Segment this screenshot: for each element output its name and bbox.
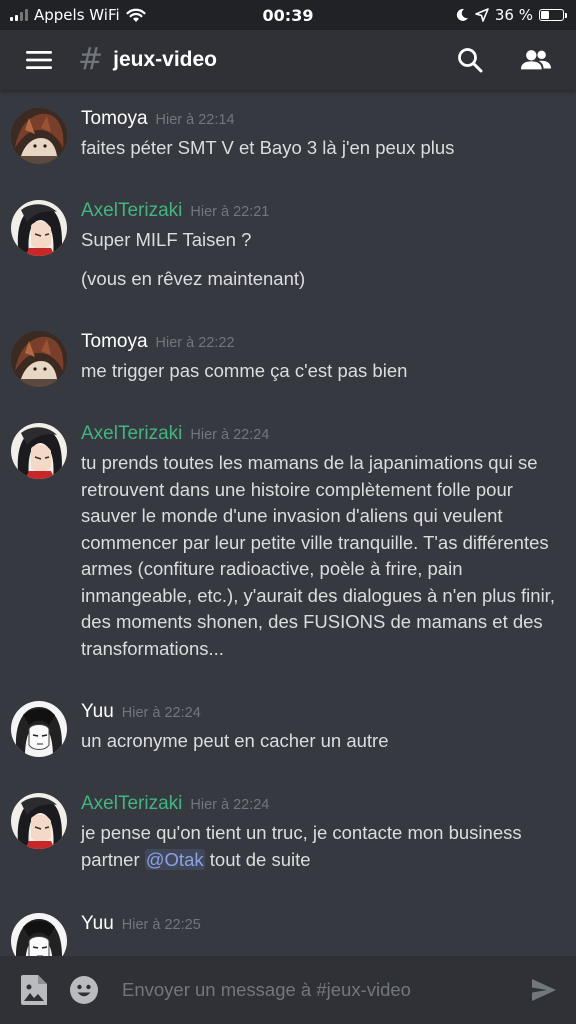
avatar-tomoya-image [11, 108, 67, 164]
avatar-tomoya-image [11, 331, 67, 387]
message-list[interactable]: Tomoya Hier à 22:14 faites péter SMT V e… [0, 90, 576, 956]
status-bar: Appels WiFi 00:39 36 % [0, 0, 576, 30]
members-button[interactable] [520, 44, 552, 76]
menu-button[interactable] [0, 30, 56, 90]
message-header: AxelTerizaki Hier à 22:21 [81, 200, 269, 222]
wifi-icon [126, 8, 146, 22]
avatar[interactable] [11, 108, 67, 164]
avatar[interactable] [11, 423, 67, 479]
author-name[interactable]: Tomoya [81, 108, 148, 130]
message-timestamp: Hier à 22:14 [155, 112, 235, 128]
user-mention[interactable]: @Otak [144, 848, 205, 870]
message-header: AxelTerizaki Hier à 22:24 [81, 793, 269, 815]
message-text-part: tout de suite [204, 848, 311, 870]
message-text: faites péter SMT V et Bayo 3 là j'en peu… [81, 137, 455, 158]
header-actions [454, 44, 576, 76]
message-header: Yuu Hier à 22:25 [81, 913, 201, 935]
search-icon [458, 48, 483, 73]
message-timestamp: Hier à 22:24 [190, 427, 270, 443]
message-text: Super MILF Taisen ? [81, 229, 252, 250]
avatar-axelterizaki-image [11, 793, 67, 849]
battery-percent: 36 % [494, 6, 533, 24]
message-timestamp: Hier à 22:21 [190, 204, 270, 220]
message-timestamp: Hier à 22:22 [155, 335, 235, 351]
channel-header: # jeux-video [0, 30, 576, 90]
moon-icon [456, 8, 468, 21]
carrier-label: Appels WiFi [34, 6, 120, 24]
message-header: Tomoya Hier à 22:22 [81, 331, 235, 353]
search-button[interactable] [454, 44, 486, 76]
message-text: tu prends toutes les mamans de la japani… [81, 452, 555, 659]
channel-hash-icon: # [78, 42, 104, 77]
emoji-button[interactable] [68, 974, 100, 1006]
attach-image-button[interactable] [18, 974, 50, 1006]
avatar-yuu-image [11, 701, 67, 757]
message-text: un acronyme peut en cacher un autre [81, 730, 389, 751]
channel-name[interactable]: jeux-video [113, 48, 217, 72]
message-text: me trigger pas comme ça c'est pas bien [81, 360, 408, 381]
battery-icon [539, 9, 567, 21]
members-icon [520, 50, 552, 70]
status-right: 36 % [455, 6, 567, 24]
author-name[interactable]: AxelTerizaki [81, 793, 182, 815]
cell-signal-icon [10, 9, 28, 21]
author-name[interactable]: AxelTerizaki [81, 423, 182, 445]
avatar-axelterizaki-image [11, 200, 67, 256]
author-name[interactable]: Yuu [81, 913, 114, 935]
message-timestamp: Hier à 22:25 [121, 917, 201, 933]
emoji-icon [70, 976, 98, 1004]
message-composer [0, 956, 576, 1024]
message-header: AxelTerizaki Hier à 22:24 [81, 423, 269, 445]
message-text: (vous en rêvez maintenant) [81, 268, 306, 289]
avatar-yuu-image [11, 913, 67, 956]
avatar[interactable] [11, 200, 67, 256]
location-arrow-icon [475, 8, 489, 22]
author-name[interactable]: Tomoya [81, 331, 148, 353]
message-text: je pense qu'on tient un truc, je contact… [81, 820, 561, 873]
send-button[interactable] [528, 974, 560, 1006]
avatar[interactable] [11, 331, 67, 387]
avatar-axelterizaki-image [11, 423, 67, 479]
message-header: Yuu Hier à 22:24 [81, 701, 201, 723]
status-left: Appels WiFi [10, 6, 146, 24]
image-icon [21, 975, 47, 1005]
author-name[interactable]: AxelTerizaki [81, 200, 182, 222]
menu-icon [26, 51, 52, 69]
avatar[interactable] [11, 701, 67, 757]
battery-level [541, 11, 549, 19]
avatar[interactable] [11, 913, 67, 956]
message-input[interactable] [122, 970, 520, 1010]
message-timestamp: Hier à 22:24 [121, 705, 201, 721]
message-header: Tomoya Hier à 22:14 [81, 108, 235, 130]
author-name[interactable]: Yuu [81, 701, 114, 723]
send-icon [532, 979, 556, 1001]
avatar[interactable] [11, 793, 67, 849]
message-timestamp: Hier à 22:24 [190, 797, 270, 813]
